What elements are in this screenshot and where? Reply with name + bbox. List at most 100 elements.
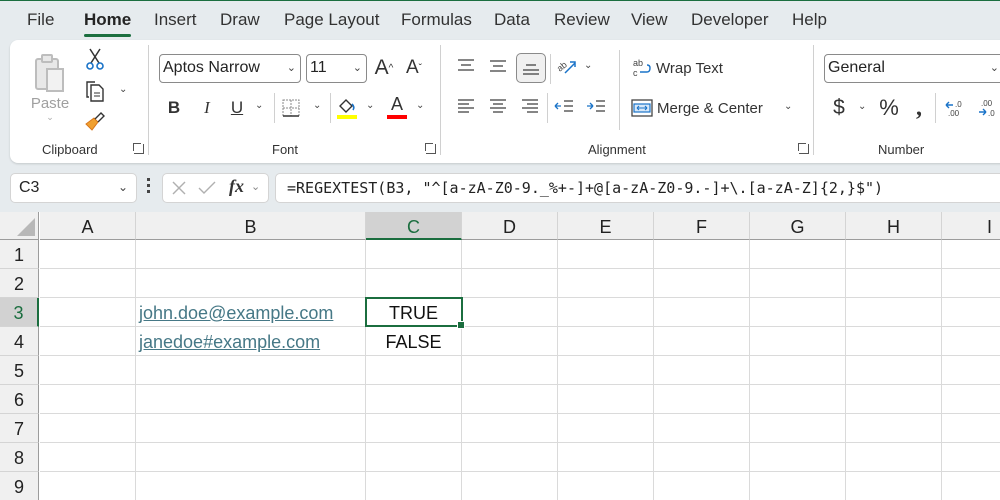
svg-text:.0: .0 [988, 109, 995, 118]
cancel-icon[interactable] [171, 180, 187, 196]
tab-developer[interactable]: Developer [691, 10, 769, 30]
borders-button[interactable] [280, 95, 302, 121]
align-center-button[interactable] [488, 96, 508, 116]
number-format-dropdown[interactable]: General ⌄ [824, 54, 1000, 83]
formula-input[interactable]: =REGEXTEST(B3, "^[a-zA-Z0-9._%+-]+@[a-zA… [275, 173, 1000, 203]
row-header-7[interactable]: 7 [0, 414, 39, 443]
italic-button[interactable]: I [197, 95, 217, 121]
orientation-button[interactable]: ab [555, 54, 579, 78]
row-header-2[interactable]: 2 [0, 269, 39, 298]
clipboard-launcher-icon[interactable] [133, 143, 144, 154]
select-all-button[interactable] [0, 212, 39, 240]
orientation-dropdown-chevron-icon[interactable]: ⌄ [584, 60, 592, 71]
underline-dropdown-chevron-icon[interactable]: ⌄ [255, 100, 263, 111]
format-painter-button[interactable] [83, 108, 107, 134]
row-header-6[interactable]: 6 [0, 385, 39, 414]
gridline [40, 413, 1000, 414]
paint-bucket-icon [337, 99, 357, 119]
chevron-down-icon[interactable]: ⌄ [251, 180, 260, 193]
align-left-icon [458, 99, 474, 113]
name-box[interactable]: C3 ⌄ [10, 173, 137, 203]
comma-icon: , [916, 94, 922, 121]
column-header-e[interactable]: E [558, 212, 654, 240]
ribbon-tabs: File Home Insert Draw Page Layout Formul… [0, 0, 1000, 40]
svg-text:ab: ab [633, 58, 643, 68]
cell-b3[interactable]: john.doe@example.com [136, 298, 365, 327]
font-color-dropdown-chevron-icon[interactable]: ⌄ [416, 100, 424, 111]
gridline [653, 240, 654, 500]
gridline [941, 240, 942, 500]
gridline [845, 240, 846, 500]
row-header-4[interactable]: 4 [0, 327, 39, 356]
merge-center-button[interactable]: Merge & Center [631, 96, 763, 120]
decrease-decimal-button[interactable]: .00.0 [976, 95, 1000, 121]
column-header-h[interactable]: H [846, 212, 942, 240]
decrease-indent-button[interactable] [553, 96, 575, 116]
tab-draw[interactable]: Draw [220, 10, 260, 30]
tab-page-layout[interactable]: Page Layout [284, 10, 379, 30]
column-header-g[interactable]: G [750, 212, 846, 240]
insert-function-button[interactable]: fx [229, 176, 244, 197]
row-header-8[interactable]: 8 [0, 443, 39, 472]
font-color-button[interactable]: A [385, 93, 409, 121]
copy-button[interactable] [83, 78, 107, 104]
chevron-down-icon: ⌄ [352, 62, 362, 74]
gridline [749, 240, 750, 500]
percent-button[interactable]: % [876, 95, 902, 121]
copy-dropdown-chevron-icon[interactable]: ⌄ [119, 84, 127, 95]
borders-dropdown-chevron-icon[interactable]: ⌄ [313, 100, 321, 111]
row-header-5[interactable]: 5 [0, 356, 39, 385]
underline-button[interactable]: U [227, 95, 247, 121]
cell-b4[interactable]: janedoe#example.com [136, 327, 365, 356]
column-header-b[interactable]: B [136, 212, 366, 240]
align-left-button[interactable] [456, 96, 476, 116]
tab-help[interactable]: Help [792, 10, 827, 30]
row-header-3[interactable]: 3 [0, 298, 39, 327]
column-header-i[interactable]: I [942, 212, 1000, 240]
currency-dropdown-chevron-icon[interactable]: ⌄ [858, 101, 866, 112]
column-header-f[interactable]: F [654, 212, 750, 240]
comma-style-button[interactable]: , [910, 95, 928, 121]
tab-review[interactable]: Review [554, 10, 610, 30]
row-header-1[interactable]: 1 [0, 240, 39, 269]
separator [935, 93, 936, 123]
tab-file[interactable]: File [27, 10, 54, 30]
column-header-d[interactable]: D [462, 212, 558, 240]
column-header-c[interactable]: C [366, 212, 462, 240]
fill-color-dropdown-chevron-icon[interactable]: ⌄ [366, 100, 374, 111]
font-name-dropdown[interactable]: Aptos Narrow ⌄ [159, 54, 301, 83]
bold-button[interactable]: B [164, 95, 184, 121]
font-launcher-icon[interactable] [425, 143, 436, 154]
separator [550, 54, 551, 84]
top-align-button[interactable] [456, 56, 476, 76]
separator [547, 93, 548, 123]
enter-check-icon[interactable] [198, 180, 216, 196]
bottom-align-button[interactable] [516, 53, 546, 83]
tab-data[interactable]: Data [494, 10, 530, 30]
align-right-button[interactable] [520, 96, 540, 116]
font-size-dropdown[interactable]: 11 ⌄ [306, 54, 367, 83]
currency-button[interactable]: $ [830, 95, 848, 121]
fill-color-button[interactable] [335, 95, 359, 121]
increase-indent-button[interactable] [585, 96, 607, 116]
alignment-launcher-icon[interactable] [798, 143, 809, 154]
tab-formulas[interactable]: Formulas [401, 10, 472, 30]
cell-c4[interactable]: FALSE [366, 327, 461, 356]
tab-view[interactable]: View [631, 10, 668, 30]
decrease-font-size-button[interactable]: Aˇ [402, 54, 426, 82]
column-header-a[interactable]: A [40, 212, 136, 240]
formula-bar-splitter[interactable] [147, 178, 151, 196]
middle-align-button[interactable] [488, 56, 508, 76]
increase-decimal-button[interactable]: .0.00 [943, 95, 967, 121]
increase-indent-icon [587, 100, 605, 112]
cut-button[interactable] [83, 46, 107, 72]
merge-dropdown-chevron-icon[interactable]: ⌄ [784, 101, 792, 112]
cell-c3[interactable]: TRUE [366, 298, 461, 327]
tab-home[interactable]: Home [84, 10, 132, 37]
group-divider [440, 45, 441, 155]
wrap-text-button[interactable]: ab c Wrap Text [632, 56, 723, 80]
tab-insert[interactable]: Insert [154, 10, 197, 30]
paste-button[interactable]: Paste ⌄ [30, 48, 70, 128]
increase-font-size-button[interactable]: A ^ [372, 54, 396, 82]
row-header-9[interactable]: 9 [0, 472, 39, 500]
